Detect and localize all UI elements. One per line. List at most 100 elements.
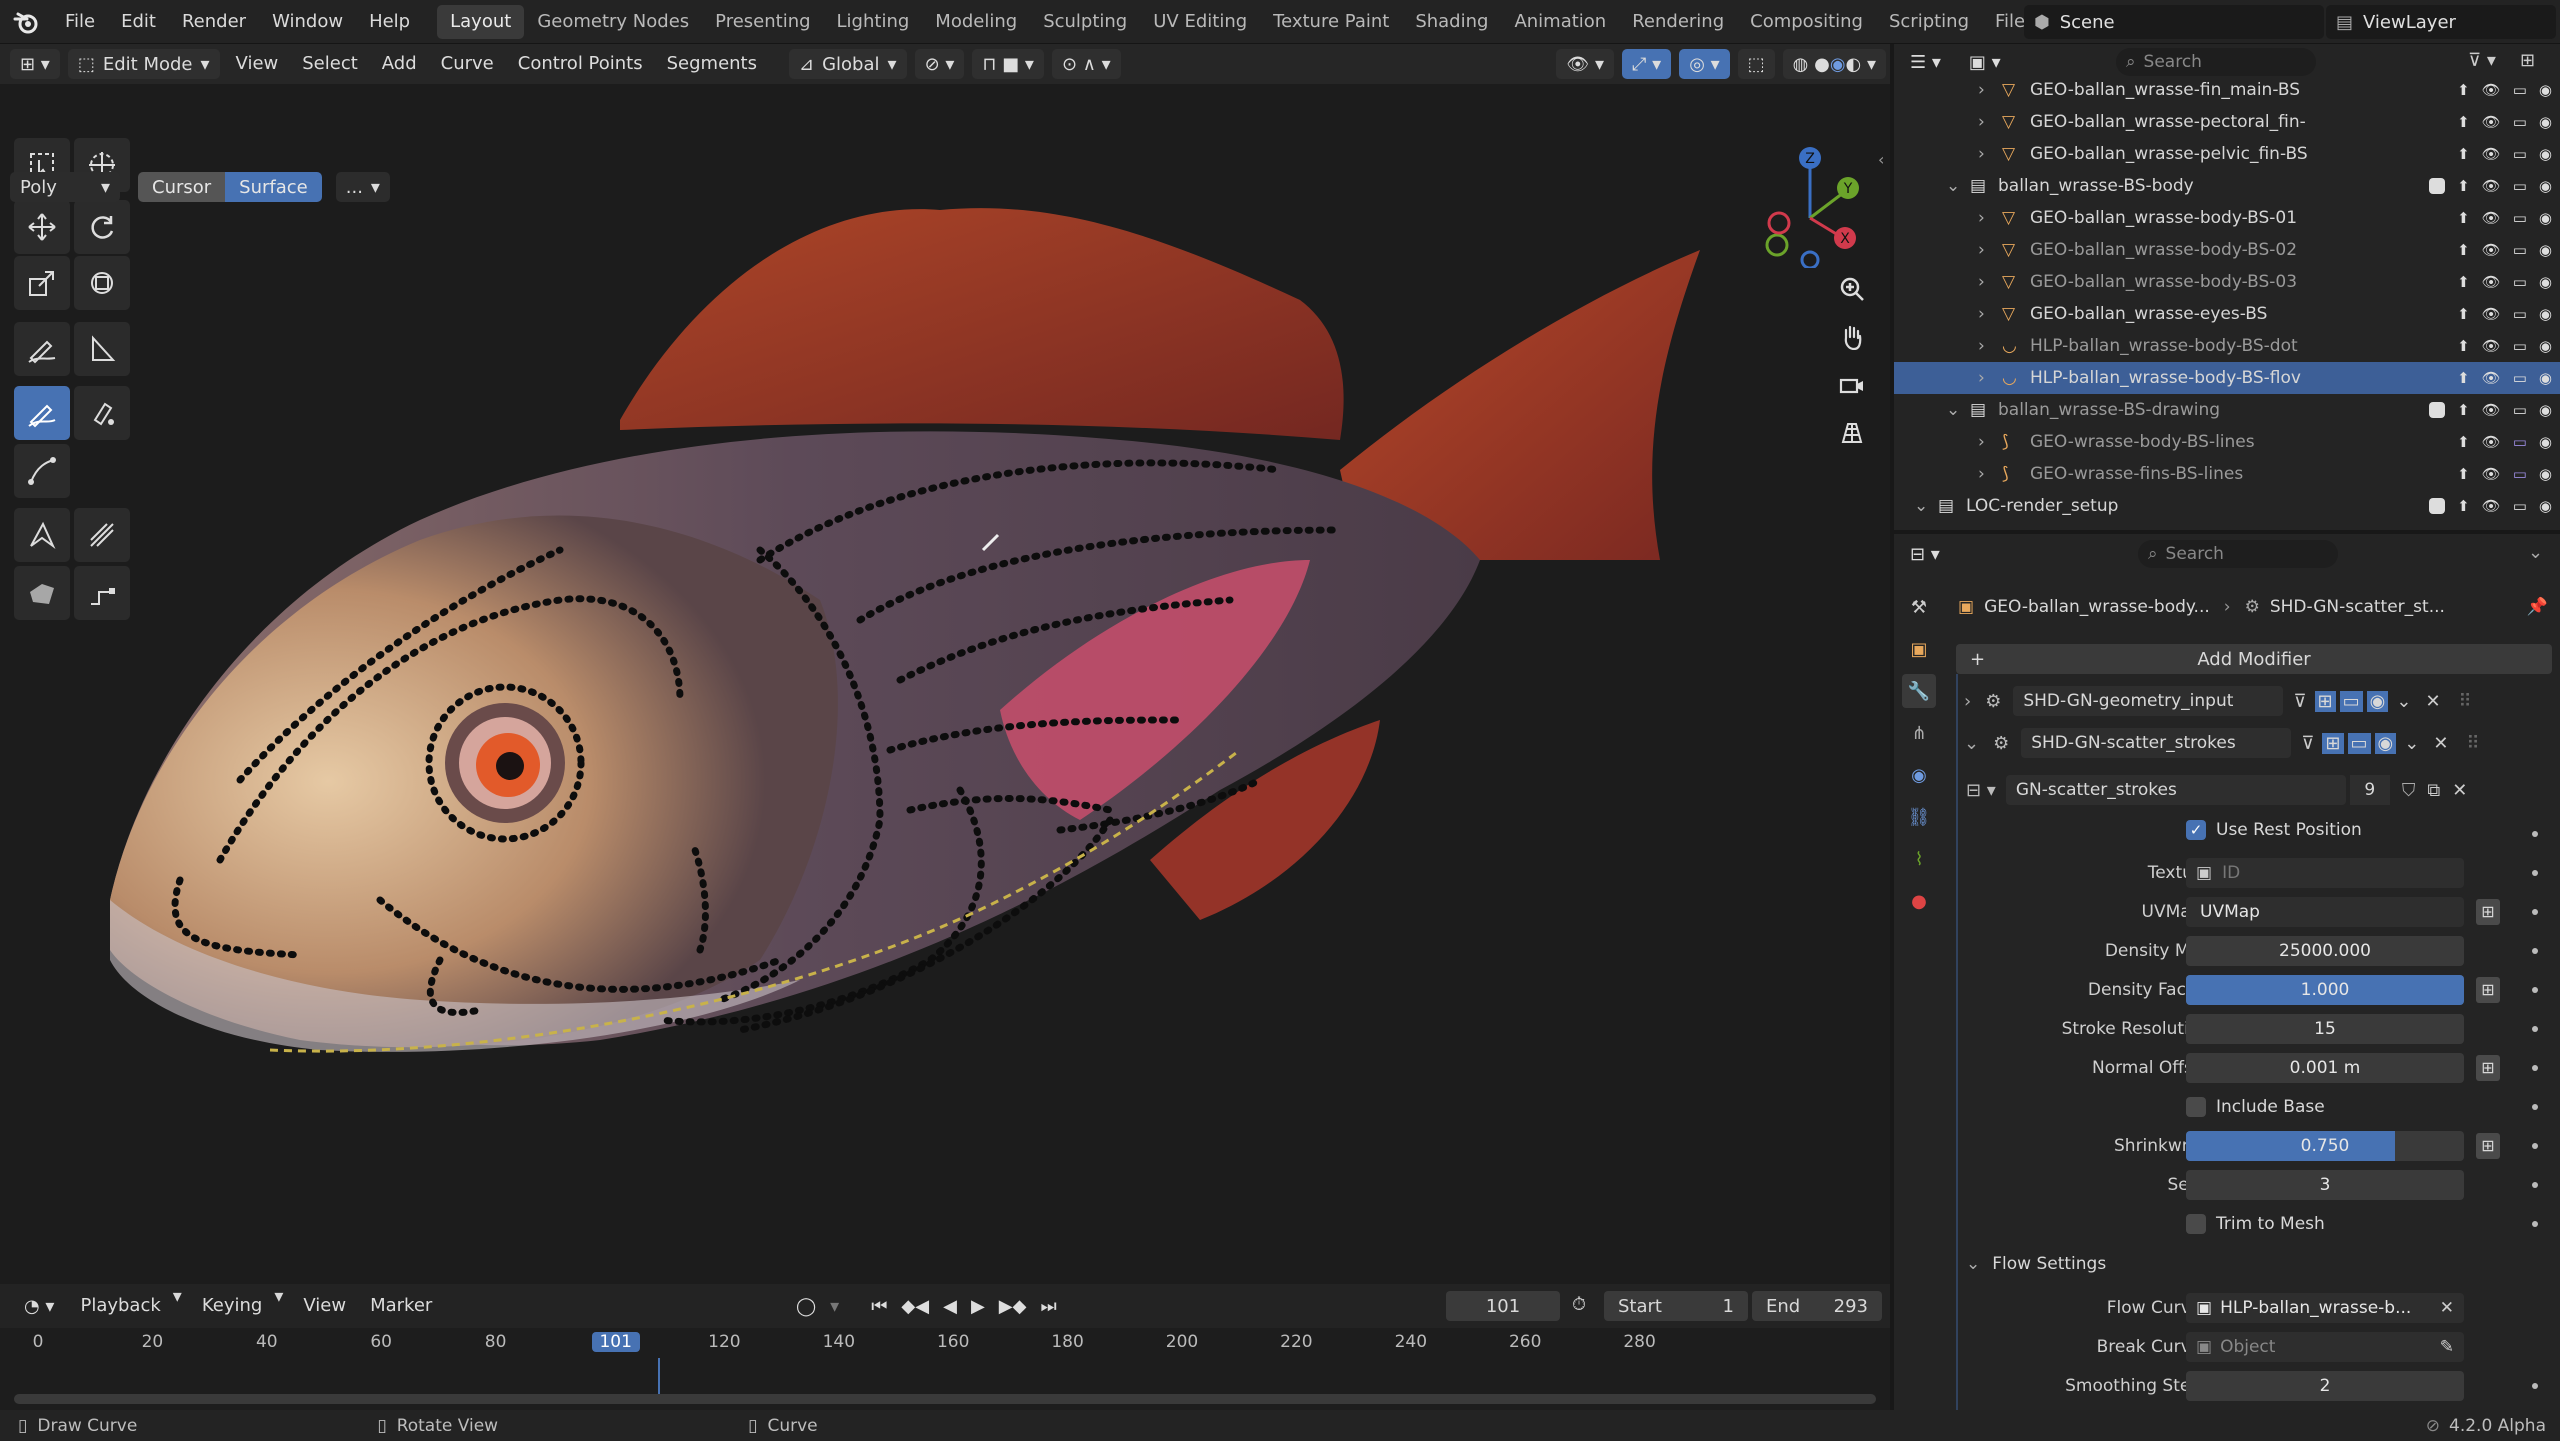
tool-rotate[interactable]	[74, 200, 130, 254]
properties-editor-icon[interactable]: ⊟ ▾	[1900, 539, 1950, 569]
tab-modeling[interactable]: Modeling	[922, 5, 1030, 39]
modifier-dropdown-icon[interactable]: ⌄	[2404, 733, 2419, 754]
timeline-menu-playback[interactable]: Playback	[68, 1286, 172, 1326]
camera-render-icon[interactable]: ◉	[2539, 81, 2552, 99]
eye-icon[interactable]: 👁	[2482, 241, 2501, 259]
modifier-panel-geometry-input[interactable]: › ⚙ SHD-GN-geometry_input ⊽ ⊞ ▭ ◉ ⌄ ✕ ⠿	[1956, 682, 2552, 720]
eye-icon[interactable]: 👁	[2482, 81, 2501, 99]
selectable-arrow-icon[interactable]: ⬆	[2457, 145, 2470, 163]
expand-chevron-icon[interactable]: ›	[1978, 208, 1985, 228]
collapse-sidebar-icon[interactable]: ‹	[1878, 150, 1884, 169]
depth-surface-button[interactable]: Surface	[225, 172, 322, 202]
camera-render-icon[interactable]: ◉	[2539, 305, 2552, 323]
expand-chevron-icon[interactable]: ›	[1978, 336, 1985, 356]
collapse-chevron-icon[interactable]: ⌄	[1964, 733, 1979, 754]
tool-annotate[interactable]	[14, 322, 70, 376]
pan-hand-icon[interactable]	[1831, 316, 1873, 358]
properties-search-input[interactable]: ⌕ Search	[2138, 540, 2338, 568]
property-field[interactable]: 25000.000	[2186, 936, 2464, 966]
property-checkbox[interactable]: Trim to Mesh	[2186, 1214, 2325, 1234]
blender-logo-icon[interactable]	[0, 0, 52, 44]
break-curves-field[interactable]: ▣ Object ✎	[2186, 1332, 2464, 1362]
outliner-row[interactable]: › ▽ GEO-ballan_wrasse-pelvic_fin-BS ⬆ 👁 ▭ ◉	[1894, 138, 2560, 170]
particles-tab-icon[interactable]: ⋔	[1902, 716, 1936, 750]
property-field[interactable]: ▣ ID	[2186, 858, 2464, 888]
jump-key-back-icon[interactable]: ◆◀	[901, 1296, 929, 1317]
property-field[interactable]: 0.750	[2186, 1131, 2464, 1161]
menu-edit[interactable]: Edit	[108, 0, 169, 44]
outliner-row[interactable]: › ⟆ GEO-wrasse-body-BS-lines ⬆ 👁 ▭ ◉	[1894, 426, 2560, 458]
timeline-menu-keying[interactable]: Keying	[190, 1286, 274, 1326]
drag-handle-icon[interactable]: ⠿	[2459, 691, 2472, 712]
tab-compositing[interactable]: Compositing	[1737, 5, 1876, 39]
record-icon[interactable]: ◯	[796, 1296, 816, 1317]
modifier-name-field[interactable]: SHD-GN-scatter_strokes	[2021, 728, 2292, 758]
tab-animation[interactable]: Animation	[1501, 5, 1619, 39]
tool-extrude[interactable]	[14, 444, 70, 498]
viewport-icon[interactable]: ▭	[2513, 465, 2527, 483]
duplicate-icon[interactable]: ⧉	[2427, 780, 2440, 801]
tab-layout[interactable]: Layout	[437, 4, 525, 39]
viewport-icon[interactable]: ▭	[2513, 273, 2527, 291]
selectable-arrow-icon[interactable]: ⬆	[2457, 337, 2470, 355]
viewport-icon[interactable]: ▭	[2513, 177, 2527, 195]
exclude-checkbox-icon[interactable]	[2429, 498, 2446, 514]
keyframe-dot-icon[interactable]	[2532, 1104, 2538, 1110]
property-field[interactable]: 15	[2186, 1014, 2464, 1044]
keyframe-dot-icon[interactable]	[2532, 870, 2538, 876]
eye-icon[interactable]: 👁	[2482, 273, 2501, 291]
selectable-arrow-icon[interactable]: ⬆	[2457, 209, 2470, 227]
attribute-toggle-icon[interactable]: ⊞	[2476, 977, 2500, 1003]
eye-icon[interactable]: 👁	[2482, 305, 2501, 323]
stopwatch-icon[interactable]: ⏱	[1572, 1294, 1586, 1315]
expand-chevron-icon[interactable]: ›	[1964, 691, 1971, 712]
pin-icon[interactable]: 📌	[2527, 597, 2548, 617]
record-dropdown-icon[interactable]: ▾	[830, 1296, 839, 1317]
selectable-arrow-icon[interactable]: ⬆	[2457, 241, 2470, 259]
transform-orientation[interactable]: ⊿ Global ▾	[789, 49, 907, 79]
clear-icon[interactable]: ✕	[2440, 1298, 2454, 1318]
tool-radius[interactable]	[14, 508, 70, 562]
camera-render-icon[interactable]: ◉	[2539, 369, 2552, 387]
properties-options-icon[interactable]: ⌄	[2528, 542, 2543, 563]
outliner-row[interactable]: › ⟆ GEO-wrasse-fins-BS-lines ⬆ 👁 ▭ ◉	[1894, 458, 2560, 490]
selectable-arrow-icon[interactable]: ⬆	[2457, 305, 2470, 323]
property-field[interactable]: 3	[2186, 1170, 2464, 1200]
use-rest-position-checkbox[interactable]: ✓ Use Rest Position	[2186, 820, 2362, 840]
tool-tab-icon[interactable]: ⚒	[1902, 590, 1936, 624]
tool-transform[interactable]	[74, 256, 130, 310]
modifier-dropdown-icon[interactable]: ⌄	[2396, 691, 2411, 712]
viewport-icon[interactable]: ▭	[2513, 497, 2527, 515]
camera-icon[interactable]	[1831, 364, 1873, 406]
selectable-arrow-icon[interactable]: ⬆	[2457, 465, 2470, 483]
camera-render-icon[interactable]: ◉	[2539, 465, 2552, 483]
camera-render-icon[interactable]: ◉	[2539, 497, 2552, 515]
view-layer-selector[interactable]: ▤ ViewLayer	[2326, 5, 2556, 39]
expand-chevron-down-icon[interactable]: ⌄	[1914, 496, 1928, 516]
viewport-toggle-icon[interactable]: ▭	[2339, 690, 2363, 712]
edit-mode-toggle-icon[interactable]: ⊽	[2301, 733, 2314, 754]
expand-chevron-icon[interactable]: ›	[1978, 80, 1985, 100]
expand-chevron-icon[interactable]: ›	[1978, 144, 1985, 164]
expand-chevron-icon[interactable]: ›	[1978, 112, 1985, 132]
viewport-icon[interactable]: ▭	[2513, 113, 2527, 131]
exclude-checkbox-icon[interactable]	[2429, 178, 2446, 194]
viewport-icon[interactable]: ▭	[2513, 305, 2527, 323]
flow-curves-field[interactable]: ▣ HLP-ballan_wrasse-b... ✕	[2186, 1293, 2464, 1323]
selectable-arrow-icon[interactable]: ⬆	[2457, 369, 2470, 387]
unlink-icon[interactable]: ✕	[2452, 780, 2467, 801]
outliner-row[interactable]: › ▽ GEO-ballan_wrasse-body-BS-02 ⬆ 👁 ▭ ◉	[1894, 234, 2560, 266]
eye-icon[interactable]: 👁	[2482, 369, 2501, 387]
perspective-grid-icon[interactable]	[1831, 412, 1873, 454]
render-toggle-icon[interactable]: ◉	[2366, 690, 2389, 712]
timeline-editor-icon[interactable]: ◔ ▾	[14, 1291, 64, 1321]
timeline-menu-view[interactable]: View	[291, 1286, 358, 1326]
keyframe-dot-icon[interactable]	[2532, 1026, 2538, 1032]
outliner-row[interactable]: › ▽ GEO-ballan_wrasse-fin_main-BS ⬆ 👁 ▭ ◉	[1894, 74, 2560, 106]
tool-draw-pen[interactable]	[74, 386, 130, 440]
tool-curve-pen[interactable]	[74, 566, 130, 620]
camera-render-icon[interactable]: ◉	[2539, 177, 2552, 195]
remove-modifier-icon[interactable]: ✕	[2433, 733, 2448, 754]
selectable-arrow-icon[interactable]: ⬆	[2457, 497, 2470, 515]
mode-selector[interactable]: ⬚ Edit Mode ▾	[67, 49, 220, 79]
